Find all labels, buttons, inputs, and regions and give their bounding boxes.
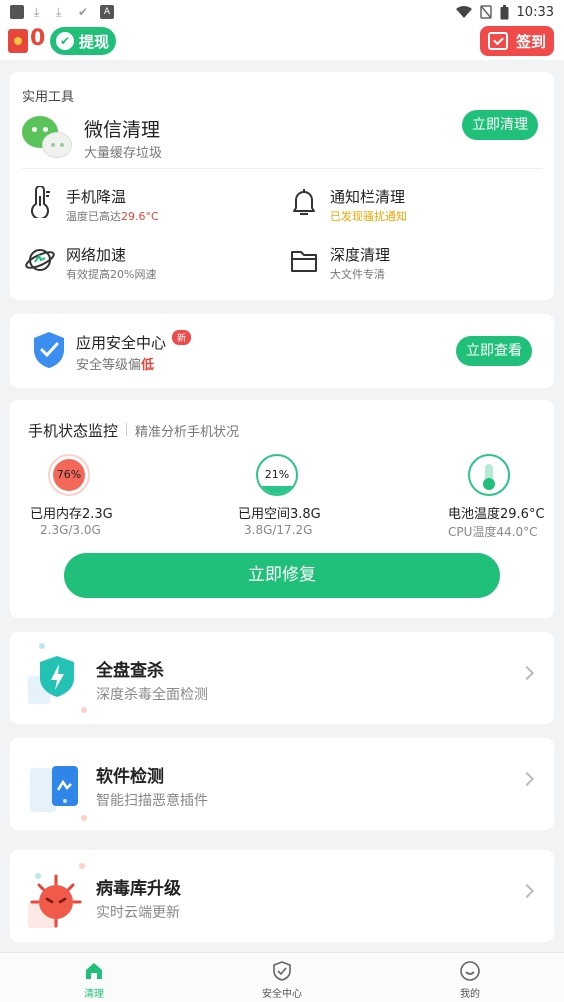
security-center-card[interactable]: 应用安全中心 新 安全等级偏低 立即查看	[10, 314, 554, 388]
wechat-clean-button[interactable]: 立即清理	[462, 110, 538, 140]
feature-subtitle: 深度杀毒全面检测	[96, 687, 208, 703]
battery-temp: 电池温度29.6°C	[448, 507, 545, 522]
memory-percent: 76%	[53, 459, 85, 491]
storage-fill	[258, 486, 296, 494]
monitor-subtitle: 精准分析手机状况	[135, 425, 240, 440]
no-sim-icon	[479, 5, 492, 19]
text-notification-icon: A	[100, 5, 114, 19]
signin-label: 签到	[516, 32, 547, 51]
tool-deep-clean[interactable]: 深度清理 大文件专清	[288, 238, 548, 282]
feature-subtitle: 实时云端更新	[96, 905, 180, 921]
shield-check-icon	[273, 961, 291, 981]
thermometer-bulb	[483, 478, 495, 490]
chevron-right-icon	[519, 665, 535, 681]
fix-now-button[interactable]: 立即修复	[64, 553, 500, 598]
feature-full-scan[interactable]: 全盘查杀 深度杀毒全面检测	[10, 632, 554, 724]
bottom-tab-bar: 清理 安全中心 我的	[0, 952, 564, 1002]
divider	[22, 168, 542, 169]
tool-notification-clean[interactable]: 通知栏清理 已发现骚扰通知	[288, 180, 548, 224]
bell-icon	[293, 189, 315, 215]
memory-used: 已用内存2.3G	[30, 507, 113, 522]
top-bar: 0 ✔ 提现 签到	[0, 24, 564, 60]
view-security-button[interactable]: 立即查看	[456, 336, 532, 366]
wechat-clean-subtitle: 大量缓存垃圾	[84, 146, 163, 161]
storage-percent: 21%	[264, 468, 290, 481]
security-level: 安全等级偏低	[76, 358, 155, 373]
calendar-check-icon	[488, 32, 508, 50]
phone-monitor-card: 手机状态监控 精准分析手机状况 76% 已用内存2.3G 2.3G/3.0G 2…	[10, 400, 554, 618]
chevron-right-icon	[519, 883, 535, 899]
tab-label: 安全中心	[262, 989, 302, 1000]
tool-name: 通知栏清理	[330, 188, 406, 206]
tool-desc: 已发现骚扰通知	[330, 210, 407, 223]
tool-name: 手机降温	[66, 188, 127, 206]
cpu-temp: CPU温度44.0°C	[448, 525, 538, 539]
memory-detail: 2.3G/3.0G	[40, 523, 101, 537]
tool-network-boost[interactable]: 网络加速 有效提高20%网速	[24, 238, 284, 282]
signin-button[interactable]: 签到	[480, 26, 554, 56]
feature-title: 全盘查杀	[96, 661, 164, 681]
battery-temp-gauge	[468, 454, 510, 496]
tab-label: 清理	[84, 989, 104, 1000]
withdraw-button[interactable]: ✔ 提现	[50, 27, 116, 55]
app-notification-icon	[10, 5, 24, 19]
wifi-icon	[455, 5, 472, 19]
coin-count: 0	[30, 26, 46, 51]
storage-gauge: 21%	[256, 454, 298, 496]
security-title: 应用安全中心	[76, 334, 167, 352]
feature-subtitle: 智能扫描恶意插件	[96, 793, 208, 809]
virus-icon	[28, 863, 85, 928]
tool-name: 深度清理	[330, 246, 391, 264]
feature-virus-db-update[interactable]: 病毒库升级 实时云端更新	[10, 850, 554, 942]
lightning-shield-icon	[28, 643, 87, 713]
status-bar: ⤓ ⤓ ✔ A 10:33	[0, 0, 564, 24]
divider	[126, 423, 127, 436]
network-icon	[25, 249, 55, 271]
tool-name: 网络加速	[66, 246, 127, 264]
storage-detail: 3.8G/17.2G	[244, 523, 313, 537]
wechat-icon	[22, 114, 82, 164]
tool-phone-cooling[interactable]: 手机降温 温度已高达29.6°C	[24, 180, 284, 224]
smile-icon	[460, 961, 480, 981]
tool-desc: 温度已高达29.6°C	[66, 210, 159, 223]
shield-check-icon	[34, 332, 64, 368]
tab-security-center[interactable]: 安全中心	[222, 953, 342, 1002]
feature-app-scan[interactable]: 软件检测 智能扫描恶意插件	[10, 738, 554, 830]
withdraw-label: 提现	[79, 32, 110, 51]
monitor-title: 手机状态监控	[28, 422, 119, 440]
download-icon: ⤓	[56, 5, 62, 19]
home-icon	[86, 963, 102, 979]
wallet-icon: ✔	[56, 32, 74, 50]
tools-card: 实用工具 微信清理 大量缓存垃圾 立即清理 手机降温 温度已高达29.6°C 通…	[10, 72, 554, 300]
status-bar-notifications: ⤓ ⤓ ✔ A	[10, 5, 114, 19]
tab-mine[interactable]: 我的	[410, 953, 530, 1002]
status-bar-system: 10:33	[455, 4, 554, 20]
wechat-clean-title: 微信清理	[84, 119, 161, 141]
tool-desc: 大文件专清	[330, 268, 385, 281]
phone-scan-icon	[30, 766, 87, 821]
memory-gauge: 76%	[48, 454, 90, 496]
feature-title: 病毒库升级	[96, 879, 181, 899]
tools-section-title: 实用工具	[22, 90, 75, 105]
tool-desc: 有效提高20%网速	[66, 268, 157, 281]
thermometer-icon	[31, 186, 50, 218]
folder-icon	[291, 251, 317, 272]
check-icon: ✔	[78, 5, 89, 19]
chevron-right-icon	[519, 771, 535, 787]
feature-title: 软件检测	[96, 767, 164, 787]
storage-used: 已用空间3.8G	[238, 507, 321, 522]
battery-icon	[500, 4, 509, 19]
tab-label: 我的	[460, 989, 480, 1000]
new-badge: 新	[172, 330, 192, 345]
download-icon: ⤓	[34, 5, 40, 19]
red-packet-icon[interactable]	[8, 29, 28, 53]
tab-clean[interactable]: 清理	[34, 953, 154, 1002]
clock: 10:33	[516, 4, 554, 20]
